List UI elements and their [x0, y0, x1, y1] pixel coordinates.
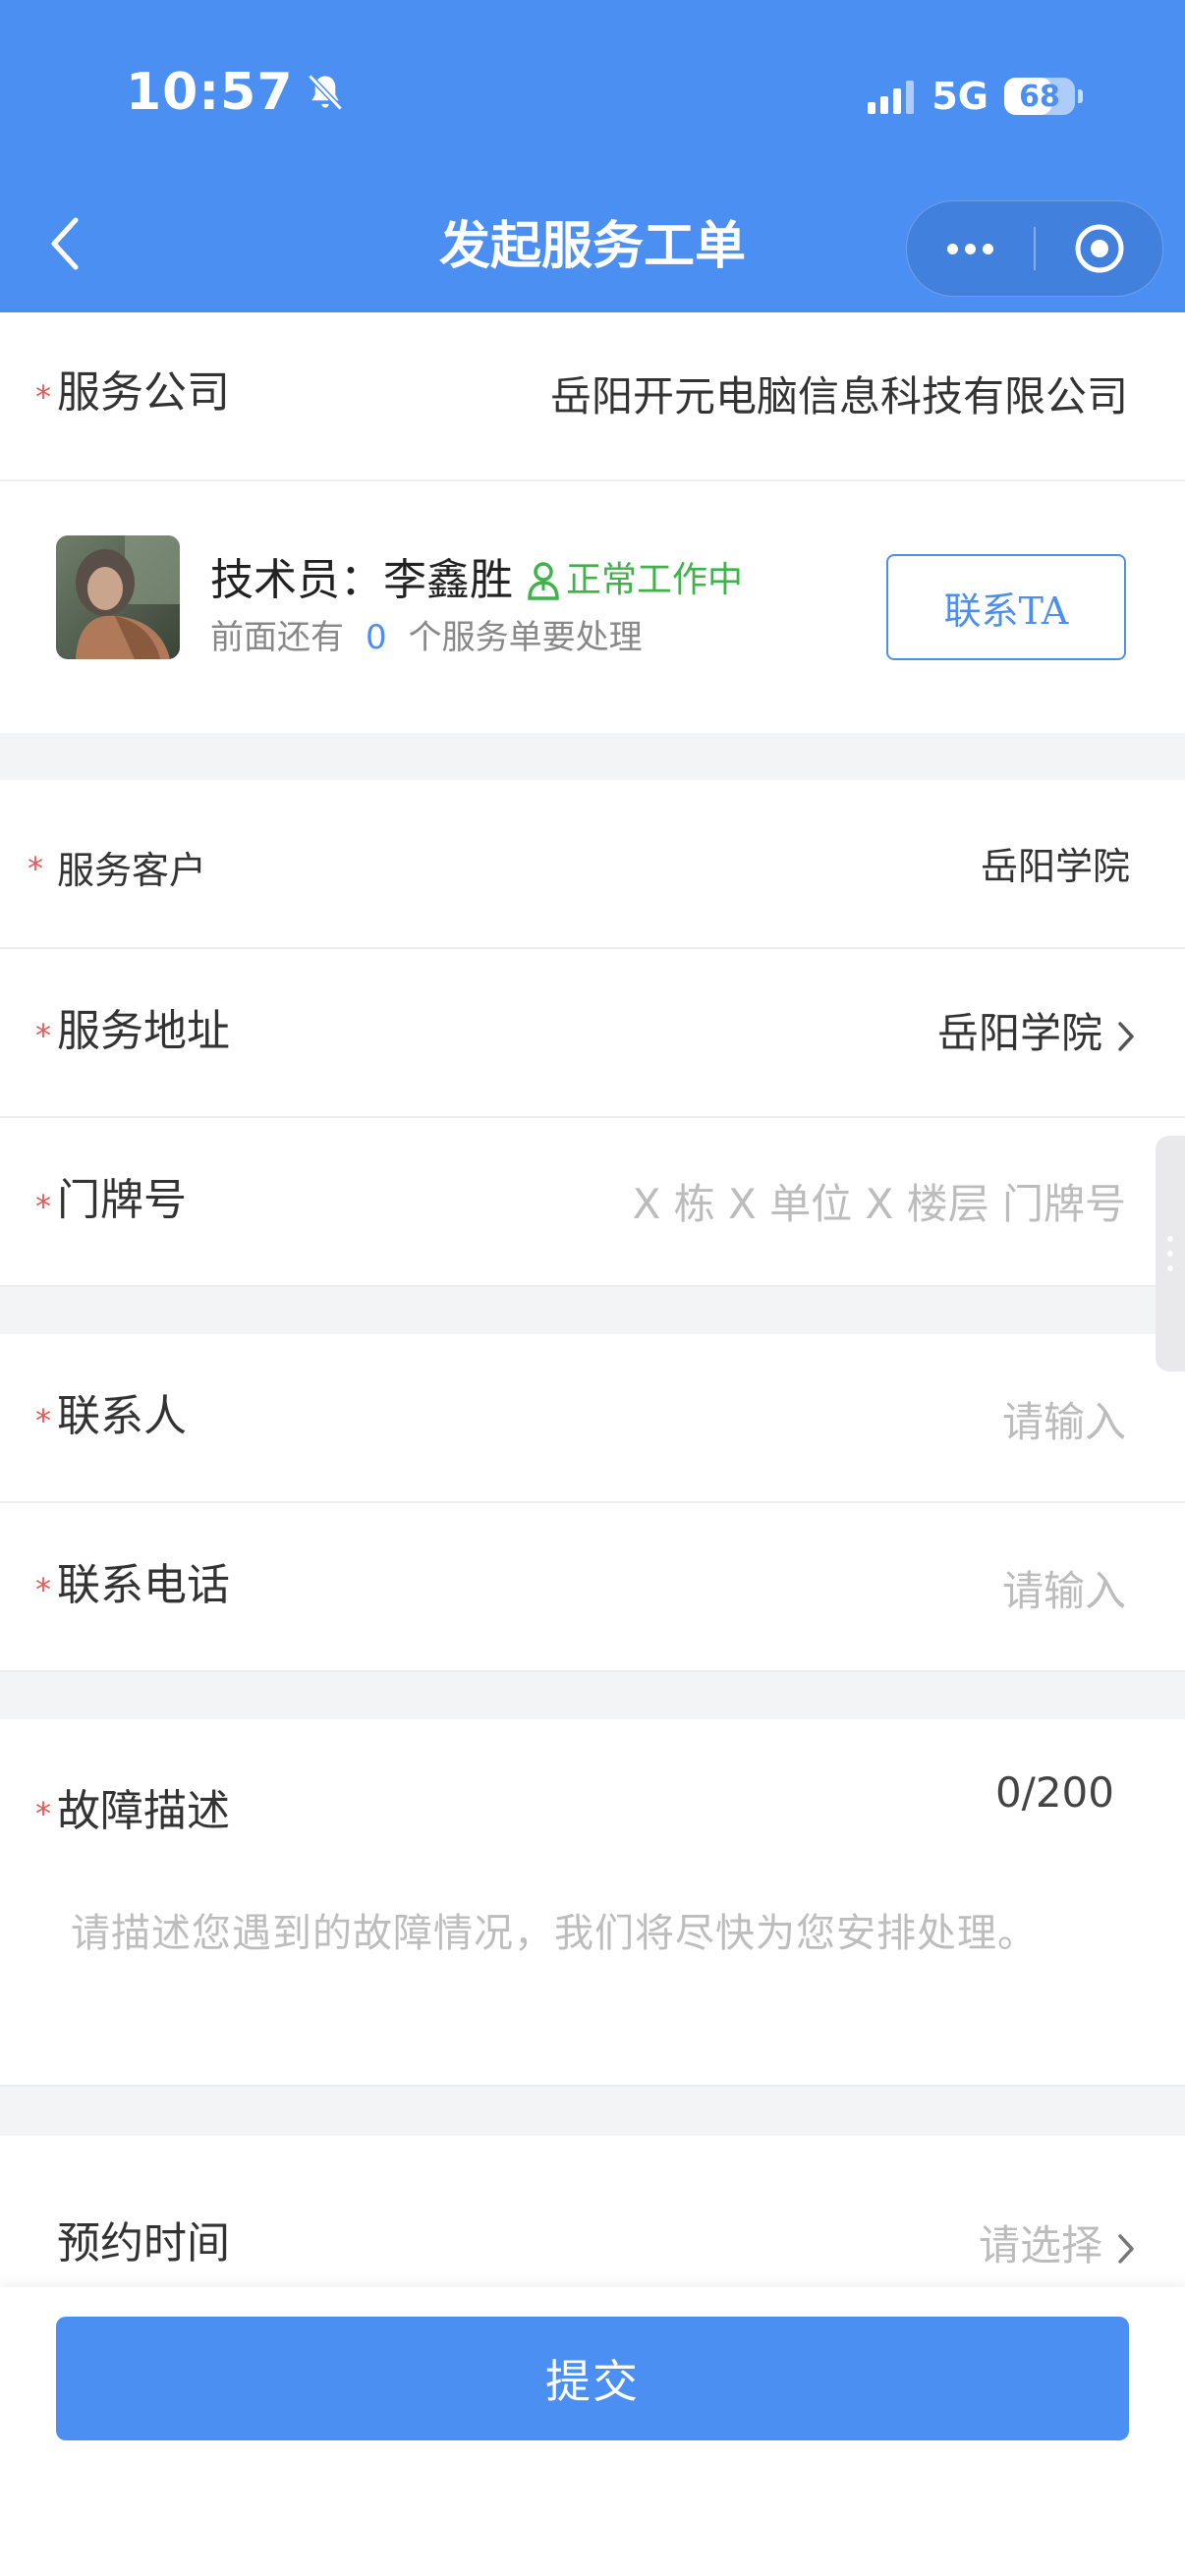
queue-count: 0 — [366, 618, 387, 657]
contact-phone-row: * 联系电话 请输入 — [0, 1503, 1185, 1672]
more-dots-icon — [983, 243, 993, 254]
technician-name: 技术员： 李鑫胜 正常工作中 — [210, 552, 743, 609]
handle-dot — [1167, 1236, 1173, 1242]
side-drawer-handle[interactable] — [1156, 1136, 1185, 1372]
battery-level: 68 — [1019, 79, 1060, 114]
chevron-right-icon — [1118, 2233, 1134, 2264]
queue-prefix: 前面还有 — [210, 618, 344, 657]
header: 10:57 5G 68 发起服务工单 — [0, 0, 1185, 312]
required-mark: * — [28, 850, 43, 887]
company-value: 岳阳开元电脑信息科技有限公司 — [549, 372, 1128, 420]
battery-tip — [1078, 89, 1083, 103]
required-mark: * — [35, 1188, 51, 1225]
address-value: 岳阳学院 — [936, 1009, 1102, 1057]
appointment-placeholder: 请选择 — [978, 2221, 1102, 2269]
fault-description-textarea[interactable]: 请描述您遇到的故障情况，我们将尽快为您安排处理。 — [71, 1906, 1038, 1961]
handle-dot — [1167, 1251, 1173, 1257]
address-label: 服务地址 — [57, 1006, 230, 1056]
technician-title: 技术员： — [210, 555, 383, 605]
customer-row: * 服务客户 岳阳学院 — [0, 780, 1185, 949]
bell-slash-icon — [307, 74, 343, 111]
contact-technician-button[interactable]: 联系TA — [886, 554, 1126, 660]
required-mark: * — [35, 1402, 51, 1439]
door-input[interactable]: X 栋 X 单位 X 楼层 门牌号 — [633, 1177, 1126, 1232]
appointment-value-group: 请选择 — [979, 2218, 1136, 2273]
close-button[interactable] — [1036, 201, 1162, 296]
signal-icon — [868, 79, 915, 114]
technician-name-text: 李鑫胜 — [383, 555, 513, 605]
fault-char-counter: 0/200 — [994, 1768, 1114, 1817]
customer-label: 服务客户 — [57, 849, 207, 892]
contact-person-input[interactable]: 请输入 — [1002, 1395, 1126, 1450]
mini-program-capsule — [906, 200, 1163, 297]
address-row[interactable]: * 服务地址 岳阳学院 — [0, 949, 1185, 1118]
battery-icon: 68 — [1004, 78, 1075, 115]
technician-status: 正常工作中 — [527, 552, 743, 609]
network-type: 5G — [931, 75, 988, 118]
handle-dot — [1167, 1265, 1173, 1271]
chevron-right-icon — [1118, 1021, 1134, 1051]
contact-phone-input[interactable]: 请输入 — [1002, 1564, 1126, 1619]
appointment-row[interactable]: 预约时间 请选择 — [0, 2136, 1185, 2303]
avatar — [56, 535, 180, 659]
clock-text: 10:57 — [126, 63, 294, 122]
submit-button[interactable]: 提交 — [56, 2317, 1129, 2440]
fault-label: 故障描述 — [57, 1786, 230, 1836]
status-time: 10:57 — [126, 63, 347, 122]
contact-phone-label: 联系电话 — [57, 1560, 230, 1610]
company-label: 服务公司 — [57, 367, 230, 418]
more-dots-icon — [965, 243, 976, 254]
technician-queue: 前面还有 0 个服务单要处理 — [210, 615, 643, 660]
required-mark: * — [35, 1017, 51, 1054]
appointment-label: 预约时间 — [57, 2218, 230, 2268]
required-mark: * — [35, 378, 51, 416]
contact-person-row: * 联系人 请输入 — [0, 1334, 1185, 1503]
bottom-bar: 提交 — [0, 2287, 1185, 2576]
required-mark: * — [35, 1571, 51, 1608]
status-indicators: 5G 68 — [868, 71, 1083, 122]
address-value-group: 岳阳学院 — [937, 1006, 1136, 1061]
company-row: * 服务公司 岳阳开元电脑信息科技有限公司 — [0, 312, 1185, 481]
target-circle-icon — [1075, 224, 1123, 273]
queue-suffix: 个服务单要处理 — [408, 618, 643, 657]
person-icon — [528, 562, 559, 600]
customer-value: 岳阳学院 — [980, 845, 1130, 888]
more-button[interactable] — [907, 201, 1034, 296]
technician-status-text: 正常工作中 — [566, 560, 744, 600]
contact-person-label: 联系人 — [57, 1391, 187, 1441]
door-row: * 门牌号 X 栋 X 单位 X 楼层 门牌号 — [0, 1118, 1185, 1287]
page: 10:57 5G 68 发起服务工单 * 服务公司 岳阳开元电脑信息科技有限公司… — [0, 0, 1185, 2576]
door-label: 门牌号 — [57, 1175, 187, 1225]
avatar-image — [56, 535, 180, 659]
more-dots-icon — [947, 243, 958, 254]
required-mark: * — [35, 1795, 51, 1832]
